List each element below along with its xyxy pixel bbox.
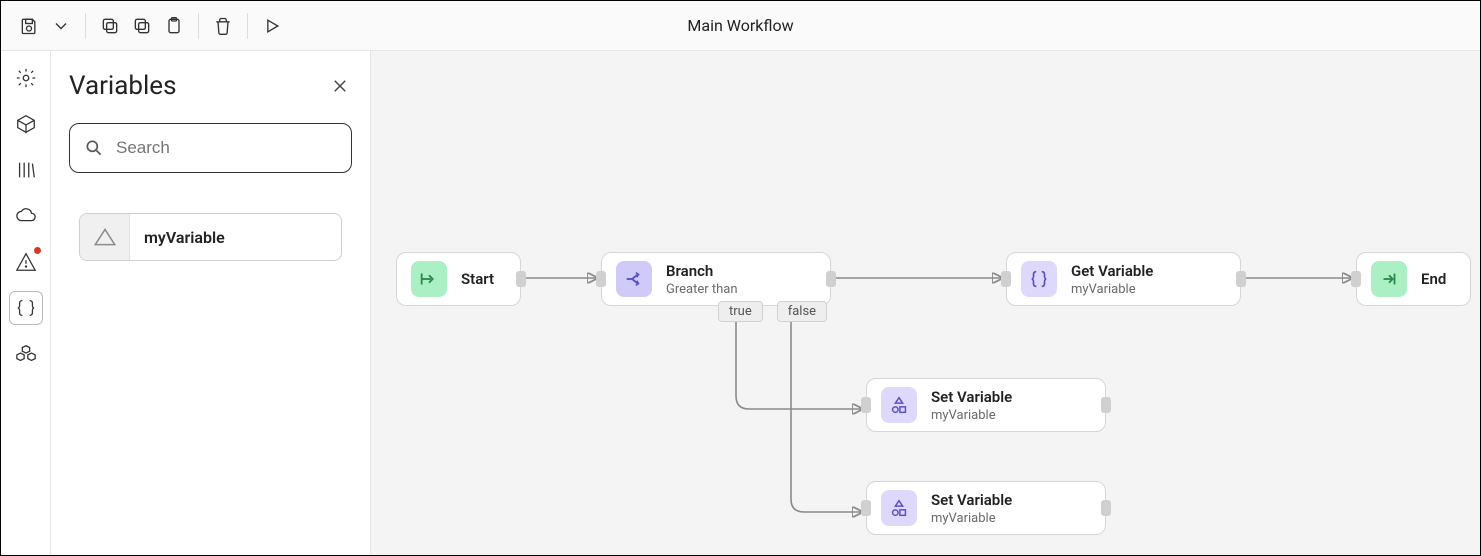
rail-modules[interactable] (9, 337, 43, 371)
node-set-variable-1[interactable]: Set Variable myVariable (866, 378, 1106, 432)
panel-title: Variables (69, 71, 177, 101)
paste-icon (164, 16, 184, 36)
sidebar-rail (1, 51, 51, 555)
variable-type-icon (80, 214, 130, 260)
input-port[interactable] (1351, 271, 1361, 287)
output-port[interactable] (1101, 397, 1111, 413)
node-title: End (1421, 270, 1446, 288)
node-subtitle: myVariable (931, 408, 1012, 423)
rail-issues[interactable] (9, 245, 43, 279)
chevron-down-icon (51, 16, 71, 36)
node-title: Start (461, 270, 494, 288)
node-get-variable[interactable]: Get Variable myVariable (1006, 252, 1241, 306)
node-title: Set Variable (931, 491, 1012, 509)
search-field[interactable] (69, 123, 352, 173)
output-port[interactable] (1101, 500, 1111, 516)
branch-icon (616, 261, 652, 297)
save-menu-chevron[interactable] (45, 10, 77, 42)
main-area: Variables myVariable (1, 51, 1480, 555)
delete-button[interactable] (207, 10, 239, 42)
input-port[interactable] (1001, 271, 1011, 287)
rail-library[interactable] (9, 153, 43, 187)
rail-package[interactable] (9, 107, 43, 141)
set-variable-icon (881, 490, 917, 526)
input-port[interactable] (861, 397, 871, 413)
start-icon (411, 261, 447, 297)
output-port[interactable] (516, 271, 526, 287)
node-branch[interactable]: Branch Greater than (601, 252, 831, 306)
workflow-title: Main Workflow (687, 16, 793, 35)
rail-settings[interactable] (9, 61, 43, 95)
warning-icon (15, 251, 37, 273)
save-button[interactable] (13, 10, 45, 42)
branch-false-label[interactable]: false (777, 301, 827, 322)
run-button[interactable] (256, 10, 288, 42)
rail-variables[interactable] (9, 291, 43, 325)
cut-icon (132, 16, 152, 36)
play-icon (262, 16, 282, 36)
node-title: Get Variable (1071, 262, 1153, 280)
branch-output-labels: true false (718, 301, 827, 322)
node-subtitle: myVariable (931, 511, 1012, 526)
variables-panel: Variables myVariable (51, 51, 371, 555)
package-icon (15, 113, 37, 135)
output-port[interactable] (826, 271, 836, 287)
get-variable-icon (1021, 261, 1057, 297)
triangle-icon (92, 226, 118, 248)
search-icon (84, 137, 104, 159)
copy-icon (100, 16, 120, 36)
workflow-canvas[interactable]: Start Branch Greater than true false (371, 51, 1480, 555)
cubes-icon (15, 343, 37, 365)
search-input[interactable] (116, 138, 337, 158)
branch-true-label[interactable]: true (718, 301, 763, 322)
library-icon (15, 159, 37, 181)
node-subtitle: Greater than (666, 282, 738, 297)
node-start[interactable]: Start (396, 252, 521, 306)
variable-name: myVariable (130, 228, 225, 247)
node-set-variable-2[interactable]: Set Variable myVariable (866, 481, 1106, 535)
paste-button[interactable] (158, 10, 190, 42)
copy-button[interactable] (94, 10, 126, 42)
node-title: Branch (666, 262, 738, 280)
cloud-icon (15, 205, 37, 227)
toolbar-separator (85, 13, 86, 39)
toolbar-separator (198, 13, 199, 39)
panel-close-button[interactable] (328, 74, 352, 98)
end-icon (1371, 261, 1407, 297)
toolbar-left (1, 10, 288, 42)
cut-button[interactable] (126, 10, 158, 42)
braces-icon (15, 297, 37, 319)
input-port[interactable] (596, 271, 606, 287)
warning-badge-dot (34, 247, 41, 254)
trash-icon (213, 16, 233, 36)
toolbar: Main Workflow (1, 1, 1480, 51)
input-port[interactable] (861, 500, 871, 516)
node-subtitle: myVariable (1071, 282, 1153, 297)
close-icon (331, 77, 349, 95)
node-title: Set Variable (931, 388, 1012, 406)
gear-icon (15, 67, 37, 89)
rail-cloud[interactable] (9, 199, 43, 233)
output-port[interactable] (1236, 271, 1246, 287)
node-end[interactable]: End (1356, 252, 1471, 306)
variables-list: myVariable (69, 213, 352, 261)
set-variable-icon (881, 387, 917, 423)
edges-layer (371, 51, 1480, 555)
variable-item[interactable]: myVariable (79, 213, 342, 261)
toolbar-separator (247, 13, 248, 39)
